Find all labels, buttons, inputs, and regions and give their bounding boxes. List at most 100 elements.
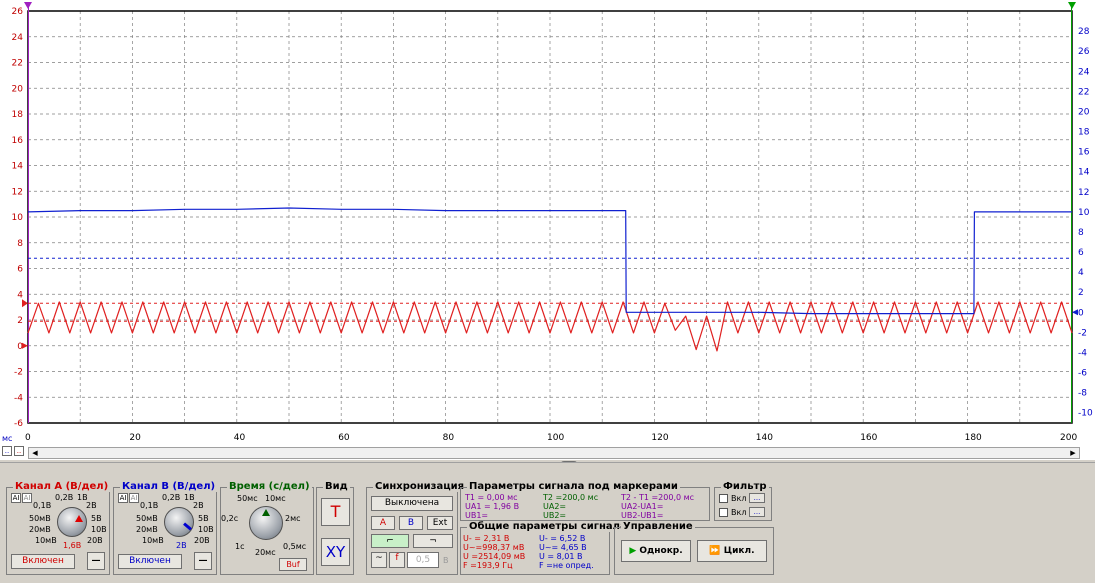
channel-b-enable-button[interactable]: Включен <box>118 554 182 569</box>
channel-a-dc-button[interactable]: AI <box>22 493 32 503</box>
chan-a-range-label: 50мВ <box>29 514 51 523</box>
sync-ext-button[interactable]: Ext <box>427 516 453 530</box>
y-left-tick-label: -6 <box>14 419 23 429</box>
sync-a-button[interactable]: A <box>371 516 395 530</box>
marker-t2-handle-icon <box>1068 2 1076 9</box>
channel-a-current-scale: 1,6В <box>63 541 82 550</box>
chan-a-range-label: 0,1В <box>33 501 52 510</box>
y-left-tick-label: -2 <box>14 368 23 378</box>
buffer-button[interactable]: Buf <box>279 558 307 571</box>
filter-b-settings-button[interactable]: ... <box>749 507 765 517</box>
filter-b-checkbox[interactable] <box>719 508 728 517</box>
chan-a-range-label: 20мВ <box>29 525 51 534</box>
y-left-tick-label: 16 <box>12 136 24 146</box>
y-right-tick-label: 0 <box>1078 308 1084 318</box>
general-params-title: Общие параметры сигнала <box>467 521 629 532</box>
single-run-button[interactable]: ▶ Однокр. <box>621 540 691 562</box>
oscilloscope-plot[interactable]: 26 24 22 20 18 16 14 12 10 8 6 4 2 0 -2 -4 -6 28 26 24 22 20 1… <box>0 0 1095 430</box>
view-title: Вид <box>323 481 350 492</box>
x-tick-label: 60 <box>338 433 350 443</box>
sync-title: Синхронизация <box>373 481 467 492</box>
zoom-out-button[interactable]: .. <box>2 446 12 456</box>
channel-a-group: Канал A (В/дел) AI AI 0,1В 0,2В 1В 2В 50… <box>6 481 111 575</box>
y-right-tick-label: -8 <box>1078 389 1087 399</box>
y-right-tick-label: 10 <box>1078 208 1090 218</box>
sync-state-button[interactable]: Выключена <box>371 496 453 511</box>
chan-a-range-label: 20В <box>87 536 103 545</box>
y-left-tick-label: 26 <box>12 7 24 17</box>
channel-b-ac-button[interactable]: AI <box>118 493 128 503</box>
chan-a-range-label: 10В <box>91 525 107 534</box>
sync-level-input[interactable]: 0,5 <box>407 552 439 568</box>
knob-pointer-icon <box>262 509 270 516</box>
channel-b-dc-button[interactable]: AI <box>129 493 139 503</box>
marker-dub: UB2-UB1= <box>621 511 664 520</box>
y-left-tick-label: 14 <box>12 162 24 172</box>
chan-a-range-label: 5В <box>91 514 102 523</box>
time-range-label: 10мс <box>265 494 286 503</box>
chan-b-range-label: 20мВ <box>136 525 158 534</box>
channel-a-zero-icon <box>22 342 28 349</box>
zoom-in-button[interactable]: .. <box>14 446 24 456</box>
channel-a-invert-button[interactable]: — <box>87 552 105 570</box>
y-left-tick-label: 18 <box>12 110 24 120</box>
filter-a-checkbox[interactable] <box>719 494 728 503</box>
general-params-group: Общие параметры сигнала U- = 2,31 В U~=9… <box>460 521 629 575</box>
filter-sync-icon[interactable]: f <box>389 552 405 568</box>
channel-a-knob[interactable] <box>57 507 87 537</box>
channel-b-knob[interactable] <box>164 507 194 537</box>
y-left-tick-label: 24 <box>12 33 24 43</box>
y-right-tick-label: 2 <box>1078 288 1084 298</box>
chan-b-param: F =не опред. <box>539 561 594 570</box>
marker-ub1: UB1= <box>465 511 489 520</box>
time-view-button[interactable]: T <box>321 498 350 526</box>
chan-a-range-label: 0,2В <box>55 493 74 502</box>
x-tick-label: 180 <box>964 433 982 443</box>
time-knob[interactable] <box>249 506 283 540</box>
marker-t2: T2 =200,0 мс <box>543 493 599 502</box>
scroll-right-icon[interactable]: ▶ <box>1067 448 1079 458</box>
sync-level-unit: В <box>443 556 449 565</box>
marker-ua2: UA2= <box>543 502 567 511</box>
time-range-label: 1с <box>235 542 245 551</box>
chan-a-range-label: 10мВ <box>35 536 57 545</box>
y-right-tick-label: 22 <box>1078 87 1089 97</box>
y-right-tick-label: 24 <box>1078 67 1090 77</box>
y-right-tick-label: 14 <box>1078 168 1090 178</box>
x-tick-label: 200 <box>1060 433 1078 443</box>
chan-b-param: U = 8,01 В <box>539 552 583 561</box>
scroll-left-icon[interactable]: ◀ <box>29 448 41 458</box>
y-right-tick-label: 20 <box>1078 107 1090 117</box>
y-right-tick-label: -2 <box>1078 328 1087 338</box>
channel-b-invert-button[interactable]: — <box>194 552 212 570</box>
filter-a-settings-button[interactable]: ... <box>749 493 765 503</box>
y-left-tick-label: 2 <box>17 316 23 326</box>
chan-b-range-label: 0,1В <box>140 501 159 510</box>
xy-view-button[interactable]: XY <box>321 538 350 566</box>
cycle-run-button[interactable]: ⏩ Цикл. <box>697 540 767 562</box>
cycle-run-label: Цикл. <box>723 546 755 556</box>
x-tick-label: 80 <box>442 433 455 443</box>
sync-b-button[interactable]: B <box>399 516 423 530</box>
channel-a-title: Канал A (В/дел) <box>13 481 111 492</box>
marker-ua1: UA1 = 1,96 В <box>465 502 520 511</box>
rising-edge-button[interactable]: ⌐ <box>371 534 409 548</box>
falling-edge-button[interactable]: ¬ <box>413 534 453 548</box>
y-right-tick-label: -4 <box>1078 348 1087 358</box>
y-left-tick-label: 4 <box>17 290 23 300</box>
single-run-label: Однокр. <box>639 546 683 556</box>
auto-sync-icon[interactable]: ~ <box>371 552 387 568</box>
channel-a-enable-button[interactable]: Включен <box>11 554 75 569</box>
y-right-tick-label: 16 <box>1078 148 1090 158</box>
time-range-label: 0,2с <box>221 514 239 523</box>
channel-a-ac-button[interactable]: AI <box>11 493 21 503</box>
marker-params-title: Параметры сигнала под маркерами <box>467 481 680 492</box>
y-left-tick-label: 6 <box>17 265 23 275</box>
time-group: Время (с/дел) 50мс 10мс 0,2с 2мс 1с 0,5м… <box>220 481 314 575</box>
marker-ub2: UB2= <box>543 511 567 520</box>
view-group: Вид T XY <box>316 481 354 575</box>
horizontal-scrollbar[interactable]: ◀ ▶ <box>28 447 1080 459</box>
plot-canvas[interactable]: 26242220181614121086420-2-4-628262422201… <box>0 0 1095 430</box>
chan-b-range-label: 2В <box>193 501 204 510</box>
x-tick-label: 160 <box>860 433 878 443</box>
